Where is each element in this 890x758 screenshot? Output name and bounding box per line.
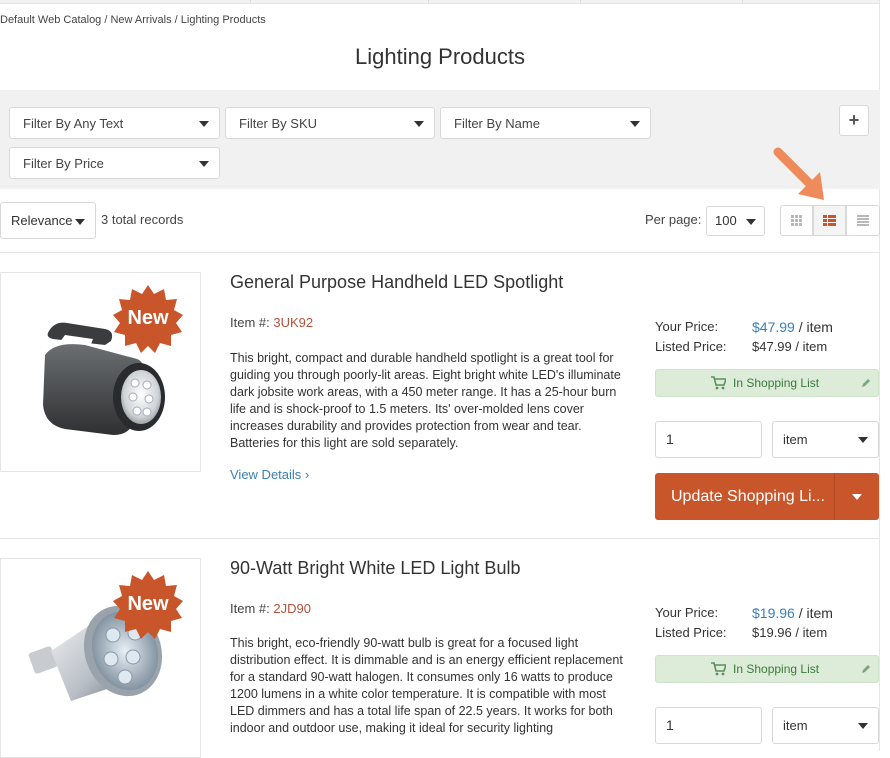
divider xyxy=(0,252,880,253)
chevron-down-icon xyxy=(75,219,85,225)
nav-divider xyxy=(428,0,429,3)
dropdown-caret-icon[interactable] xyxy=(852,494,862,500)
cart-icon xyxy=(711,376,726,390)
quantity-input[interactable]: 1 xyxy=(655,421,762,458)
sku-value: 3UK92 xyxy=(273,315,314,330)
annotation-arrow-icon xyxy=(773,147,824,200)
your-price-label: Your Price: xyxy=(655,605,719,620)
new-badge: New xyxy=(113,571,183,646)
filter-label: Filter By Price xyxy=(23,156,104,171)
in-list-label: In Shopping List xyxy=(733,662,820,676)
product-title-link[interactable]: General Purpose Handheld LED Spotlight xyxy=(230,272,563,293)
records-count: 3 total records xyxy=(101,212,184,227)
uom-select[interactable]: item xyxy=(772,707,879,744)
sort-select[interactable]: Relevance xyxy=(0,202,96,239)
filter-name-select[interactable]: Filter By Name xyxy=(440,107,651,139)
list-price: $47.99 / item xyxy=(752,339,828,354)
compact-view-button[interactable] xyxy=(846,205,880,236)
chevron-down-icon xyxy=(199,161,209,167)
price-unit: / item xyxy=(798,605,833,621)
product-title-link[interactable]: 90-Watt Bright White LED Light Bulb xyxy=(230,558,520,579)
quantity-input[interactable]: 1 xyxy=(655,707,762,744)
nav-divider xyxy=(742,0,743,3)
update-label: Update Shopping Li... xyxy=(671,488,825,505)
filter-sku-select[interactable]: Filter By SKU xyxy=(225,107,435,139)
list-view-button[interactable] xyxy=(813,205,846,236)
filter-price-select[interactable]: Filter By Price xyxy=(9,147,220,179)
product-description: This bright, eco-friendly 90-watt bulb i… xyxy=(230,636,623,735)
badge-label: New xyxy=(127,307,169,329)
sku-value: 2JD90 xyxy=(273,601,311,616)
view-details-link[interactable]: View Details › xyxy=(230,467,309,482)
filter-any-text-select[interactable]: Filter By Any Text xyxy=(9,107,220,139)
item-label: Item #: xyxy=(230,601,270,616)
add-filter-button[interactable]: + xyxy=(839,105,869,136)
nav-divider xyxy=(250,0,251,3)
filter-label: Filter By Name xyxy=(454,116,540,131)
your-price: $19.96 / item xyxy=(752,605,833,621)
filter-label: Filter By Any Text xyxy=(23,116,124,131)
pencil-icon xyxy=(862,665,870,673)
scroll-gutter xyxy=(879,0,890,751)
update-shopping-list-button[interactable]: Update Shopping Li... xyxy=(655,473,879,520)
compact-view-icon xyxy=(857,215,869,226)
pencil-icon xyxy=(862,379,870,387)
filter-label: Filter By SKU xyxy=(239,116,318,131)
new-badge: New xyxy=(113,285,183,360)
your-price: $47.99 / item xyxy=(752,319,833,335)
grid-view-icon xyxy=(791,215,802,226)
item-number: Item #: 2JD90 xyxy=(230,601,311,616)
uom-value: item xyxy=(783,718,808,733)
per-page-select[interactable]: 100 xyxy=(706,206,765,236)
in-shopping-list-button[interactable]: In Shopping List xyxy=(655,655,879,683)
button-split xyxy=(834,473,835,520)
badge-label: New xyxy=(127,593,169,615)
cart-icon xyxy=(711,662,726,676)
view-toggle-group xyxy=(780,205,880,236)
uom-select[interactable]: item xyxy=(772,421,879,458)
chevron-down-icon xyxy=(630,121,640,127)
breadcrumb[interactable]: Default Web Catalog / New Arrivals / Lig… xyxy=(0,14,266,26)
nav-divider xyxy=(580,0,581,3)
your-price-amount: $19.96 xyxy=(752,605,795,621)
in-shopping-list-button[interactable]: In Shopping List xyxy=(655,369,879,397)
per-page-value: 100 xyxy=(715,213,737,228)
chevron-down-icon xyxy=(414,121,424,127)
list-price-label: Listed Price: xyxy=(655,625,727,640)
chevron-down-icon xyxy=(199,121,209,127)
divider xyxy=(0,538,880,539)
sort-label: Relevance xyxy=(11,213,73,228)
list-view-icon xyxy=(823,215,836,226)
your-price-label: Your Price: xyxy=(655,319,719,334)
item-number: Item #: 3UK92 xyxy=(230,315,313,330)
product-description: This bright, compact and durable handhel… xyxy=(230,351,621,450)
chevron-down-icon xyxy=(746,219,756,225)
per-page-label: Per page: xyxy=(645,212,702,227)
list-price-label: Listed Price: xyxy=(655,339,727,354)
list-price: $19.96 / item xyxy=(752,625,828,640)
in-list-label: In Shopping List xyxy=(733,376,820,390)
chevron-down-icon xyxy=(858,437,868,443)
top-nav-strip xyxy=(0,0,890,4)
your-price-amount: $47.99 xyxy=(752,319,795,335)
item-label: Item #: xyxy=(230,315,270,330)
price-unit: / item xyxy=(798,319,833,335)
page-title: Lighting Products xyxy=(355,44,525,69)
uom-value: item xyxy=(783,432,808,447)
chevron-down-icon xyxy=(858,723,868,729)
grid-view-button[interactable] xyxy=(780,205,813,236)
